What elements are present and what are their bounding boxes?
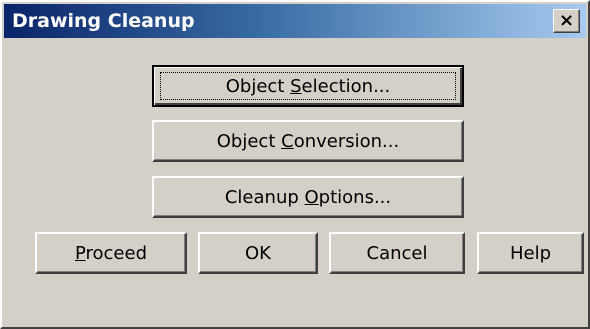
drawing-cleanup-dialog: Drawing Cleanup × Object Selection... Ob… [0,0,590,329]
proceed-label: Proceed [74,242,148,264]
object-selection-button[interactable]: Object Selection... [152,65,464,107]
cleanup-options-button[interactable]: Cleanup Options... [152,176,464,218]
close-button[interactable]: × [553,9,580,33]
cancel-label: Cancel [366,242,428,264]
object-conversion-label: Object Conversion... [216,130,400,152]
object-selection-label: Object Selection... [225,75,391,97]
window-title: Drawing Cleanup [12,10,195,32]
help-button[interactable]: Help [477,232,584,274]
title-bar[interactable]: Drawing Cleanup × [4,4,586,38]
ok-label: OK [245,242,271,264]
proceed-button[interactable]: Proceed [35,232,187,274]
cancel-button[interactable]: Cancel [329,232,465,274]
ok-button[interactable]: OK [198,232,318,274]
cleanup-options-label: Cleanup Options... [224,186,392,208]
object-conversion-button[interactable]: Object Conversion... [152,120,464,162]
help-label: Help [509,242,552,264]
close-icon: × [558,10,575,31]
